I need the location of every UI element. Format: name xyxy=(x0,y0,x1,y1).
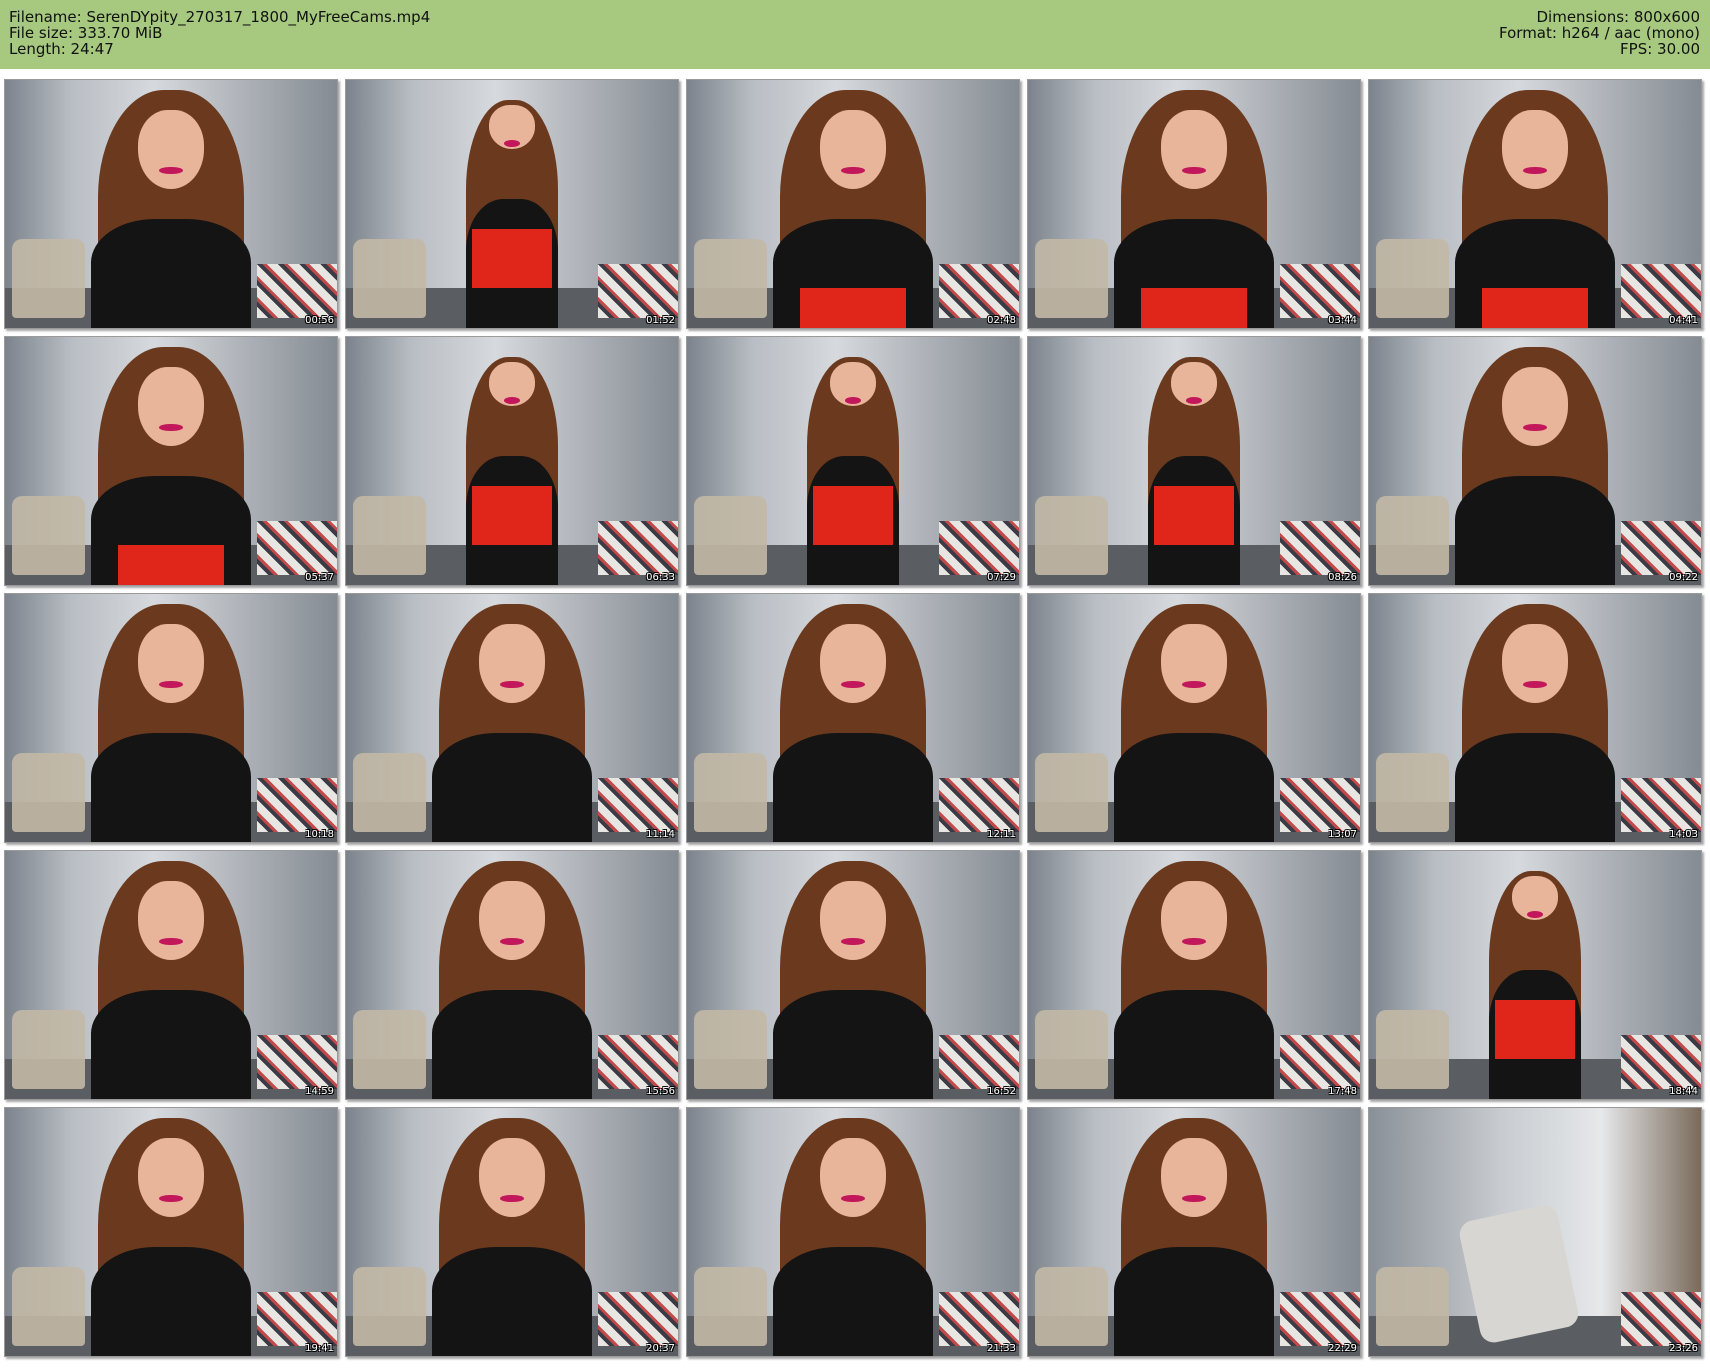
thumbnail-timestamp: 06:33 xyxy=(646,572,675,583)
info-header: Filename: SerenDYpity_270317_1800_MyFree… xyxy=(0,0,1710,69)
thumbnail-timestamp: 19:41 xyxy=(305,1343,334,1354)
thumbnail-frame: 21:33 xyxy=(686,1107,1020,1357)
thumbnail-timestamp: 08:26 xyxy=(1328,572,1357,583)
file-info-right: Dimensions: 800x600 Format: h264 / aac (… xyxy=(1499,9,1700,57)
thumbnail-frame: 14:03 xyxy=(1368,593,1702,843)
thumbnail-frame: 23:26 xyxy=(1368,1107,1702,1357)
thumbnail-frame: 08:26 xyxy=(1027,336,1361,586)
thumbnail-frame: 07:29 xyxy=(686,336,1020,586)
filename-text: Filename: SerenDYpity_270317_1800_MyFree… xyxy=(9,8,431,26)
dimensions-text: Dimensions: 800x600 xyxy=(1536,8,1700,26)
thumbnail-timestamp: 14:03 xyxy=(1669,829,1698,840)
thumbnail-timestamp: 04:41 xyxy=(1669,315,1698,326)
thumbnail-frame: 03:44 xyxy=(1027,79,1361,329)
thumbnail-frame: 10:18 xyxy=(4,593,338,843)
thumbnail-frame: 16:52 xyxy=(686,850,1020,1100)
file-info-left: Filename: SerenDYpity_270317_1800_MyFree… xyxy=(9,9,430,57)
thumbnail-timestamp: 15:56 xyxy=(646,1086,675,1097)
thumbnail-timestamp: 05:37 xyxy=(305,572,334,583)
thumbnail-frame: 22:29 xyxy=(1027,1107,1361,1357)
thumbnail-timestamp: 09:22 xyxy=(1669,572,1698,583)
thumbnail-frame: 11:14 xyxy=(345,593,679,843)
thumbnail-frame: 01:52 xyxy=(345,79,679,329)
fps-text: FPS: 30.00 xyxy=(1620,40,1700,58)
thumbnail-frame: 12:11 xyxy=(686,593,1020,843)
thumbnail-timestamp: 11:14 xyxy=(646,829,675,840)
thumbnail-frame: 18:44 xyxy=(1368,850,1702,1100)
thumbnail-timestamp: 22:29 xyxy=(1328,1343,1357,1354)
thumbnail-frame: 13:07 xyxy=(1027,593,1361,843)
thumbnail-timestamp: 21:33 xyxy=(987,1343,1016,1354)
thumbnail-timestamp: 18:44 xyxy=(1669,1086,1698,1097)
thumbnail-frame: 04:41 xyxy=(1368,79,1702,329)
thumbnail-frame: 09:22 xyxy=(1368,336,1702,586)
thumbnail-timestamp: 03:44 xyxy=(1328,315,1357,326)
thumbnail-frame: 00:56 xyxy=(4,79,338,329)
thumbnail-timestamp: 17:48 xyxy=(1328,1086,1357,1097)
thumbnail-frame: 19:41 xyxy=(4,1107,338,1357)
format-text: Format: h264 / aac (mono) xyxy=(1499,24,1700,42)
thumbnail-grid: 00:56 01:52 02:48 03:44 04:41 05:37 06:3… xyxy=(4,79,1706,1365)
thumbnail-timestamp: 20:37 xyxy=(646,1343,675,1354)
thumbnail-frame: 15:56 xyxy=(345,850,679,1100)
filesize-text: File size: 333.70 MiB xyxy=(9,24,163,42)
thumbnail-timestamp: 14:59 xyxy=(305,1086,334,1097)
thumbnail-timestamp: 12:11 xyxy=(987,829,1016,840)
thumbnail-timestamp: 13:07 xyxy=(1328,829,1357,840)
thumbnail-timestamp: 01:52 xyxy=(646,315,675,326)
thumbnail-timestamp: 02:48 xyxy=(987,315,1016,326)
thumbnail-frame: 20:37 xyxy=(345,1107,679,1357)
length-text: Length: 24:47 xyxy=(9,40,114,58)
thumbnail-timestamp: 07:29 xyxy=(987,572,1016,583)
thumbnail-frame: 05:37 xyxy=(4,336,338,586)
thumbnail-frame: 02:48 xyxy=(686,79,1020,329)
thumbnail-timestamp: 00:56 xyxy=(305,315,334,326)
thumbnail-timestamp: 16:52 xyxy=(987,1086,1016,1097)
thumbnail-timestamp: 23:26 xyxy=(1669,1343,1698,1354)
thumbnail-timestamp: 10:18 xyxy=(305,829,334,840)
thumbnail-frame: 17:48 xyxy=(1027,850,1361,1100)
thumbnail-frame: 06:33 xyxy=(345,336,679,586)
thumbnail-frame: 14:59 xyxy=(4,850,338,1100)
